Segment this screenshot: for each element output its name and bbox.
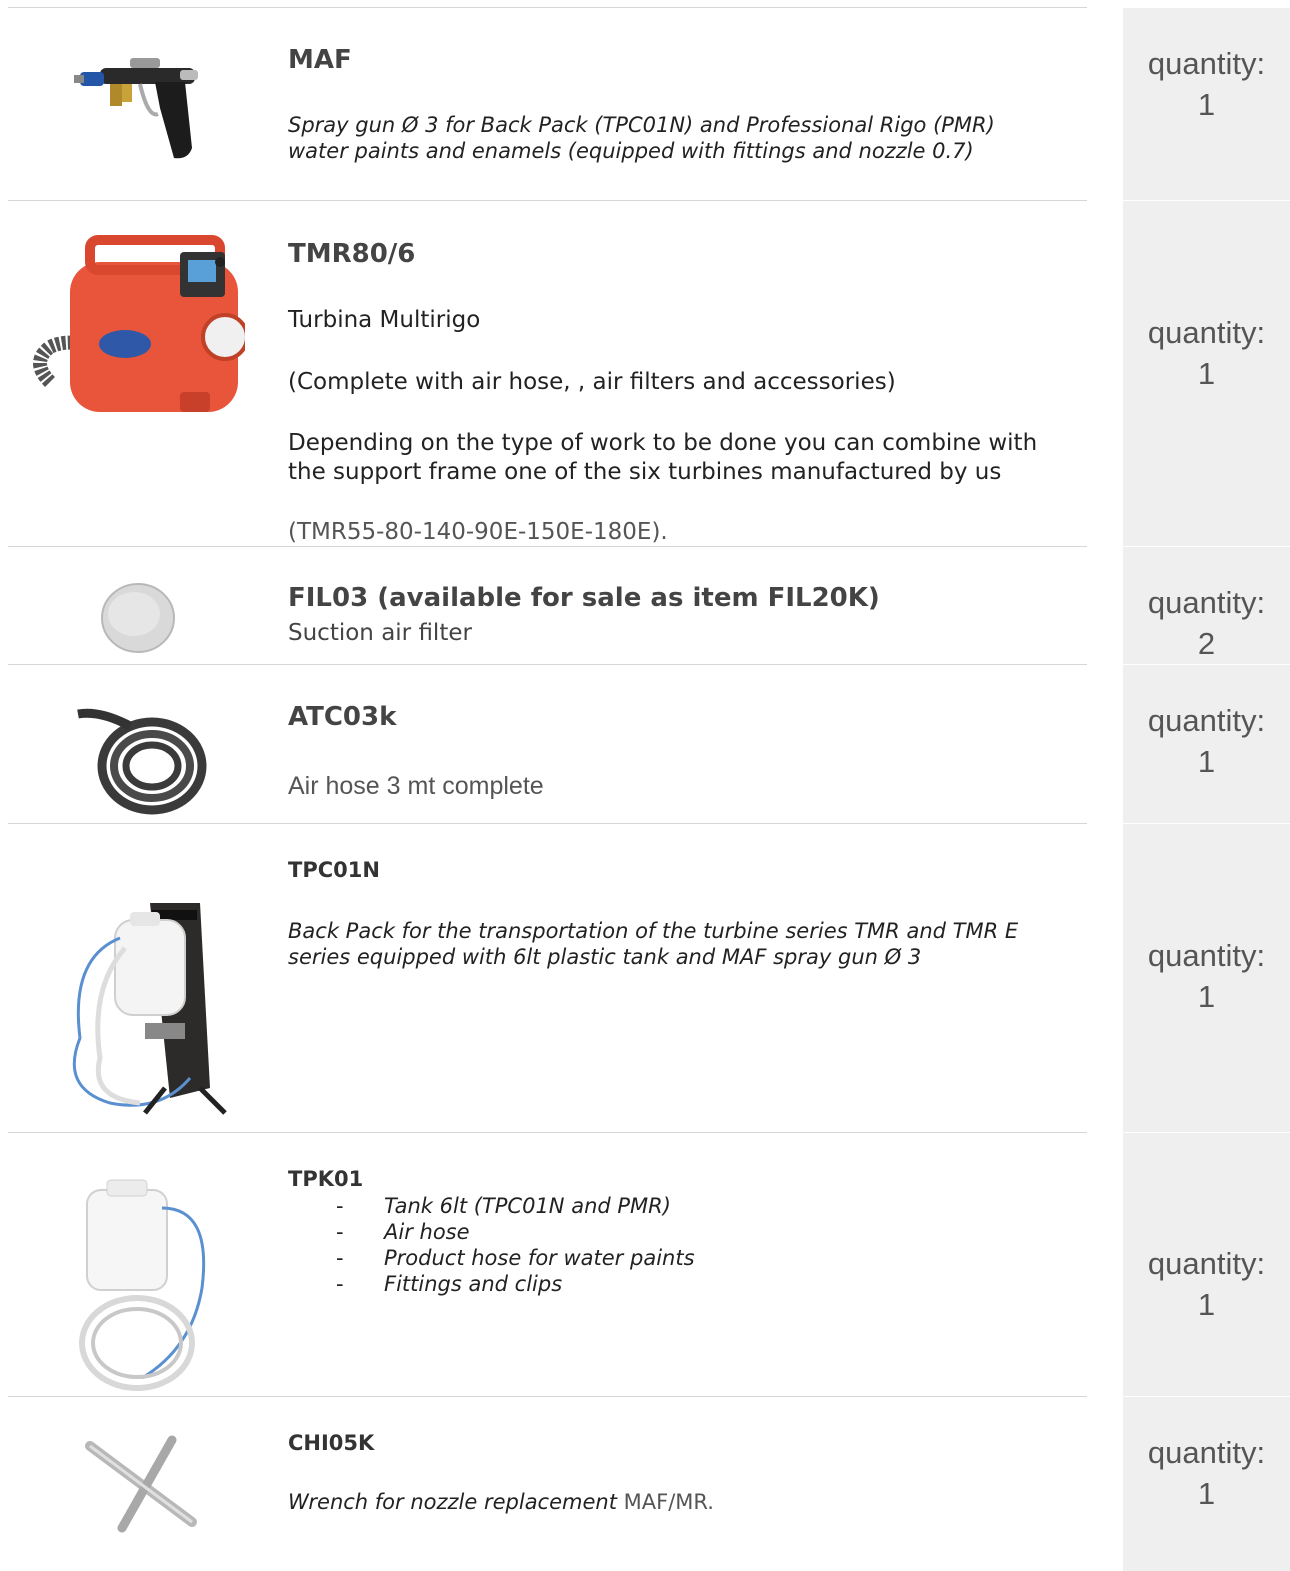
row-divider — [8, 823, 1087, 824]
row-divider — [8, 200, 1087, 201]
list-item: Product hose for water paints — [336, 1245, 695, 1271]
item-models: (TMR55-80-140-90E-150E-180E). — [288, 519, 668, 545]
item-description: Wrench for nozzle replacement MAF/MR. — [288, 1490, 714, 1514]
quantity-value: 1 — [1197, 1476, 1216, 1511]
list-item: Tank 6lt (TPC01N and PMR) — [336, 1193, 695, 1219]
quantity-cell: quantity: 1 — [1123, 700, 1290, 782]
list-item: Air hose — [336, 1219, 695, 1245]
air-hose-icon — [77, 708, 207, 815]
item-code: FIL03 (available for sale as item FIL20K… — [288, 583, 880, 613]
quantity-value: 1 — [1197, 1287, 1216, 1322]
item-description: (Complete with air hose, , air filters a… — [288, 369, 896, 395]
item-code: TMR80/6 — [288, 239, 416, 269]
row-divider — [8, 1396, 1087, 1397]
back-pack-icon — [72, 903, 227, 1115]
list-item: Fittings and clips — [336, 1271, 695, 1297]
quantity-cell: quantity: 1 — [1123, 935, 1290, 1017]
quantity-value: 1 — [1197, 356, 1216, 391]
quantity-cell: quantity: 1 — [1123, 1432, 1290, 1514]
quantity-cell: quantity: 2 — [1123, 582, 1290, 664]
air-filter-icon — [101, 583, 175, 653]
tank-icon — [79, 1179, 206, 1391]
item-code: MAF — [288, 45, 352, 75]
item-description: Back Pack for the transportation of the … — [288, 919, 1019, 969]
item-code: TPC01N — [288, 858, 380, 882]
quantity-value: 2 — [1197, 626, 1216, 661]
item-code: CHI05K — [288, 1431, 375, 1455]
turbine-icon — [33, 235, 245, 412]
item-description: Spray gun Ø 3 for Back Pack (TPC01N) and… — [288, 113, 995, 163]
quantity-cell: quantity: 1 — [1123, 43, 1290, 125]
item-description: Air hose 3 mt complete — [288, 772, 544, 800]
item-description: Depending on the type of work to be done… — [288, 430, 1038, 485]
quantity-column — [1123, 8, 1290, 1571]
row-divider — [8, 664, 1087, 665]
quantity-cell: quantity: 1 — [1123, 1243, 1290, 1325]
quantity-value: 1 — [1197, 87, 1216, 122]
spray-gun-icon — [74, 58, 198, 159]
item-subtitle: Turbina Multirigo — [288, 307, 481, 333]
quantity-value: 1 — [1197, 979, 1216, 1014]
quantity-cell: quantity: 1 — [1123, 312, 1290, 394]
component-list: Tank 6lt (TPC01N and PMR) Air hose Produ… — [336, 1193, 695, 1297]
row-divider — [8, 546, 1087, 547]
item-code: TPK01 — [288, 1167, 364, 1191]
item-description: Suction air filter — [288, 620, 472, 646]
row-divider — [8, 7, 1087, 8]
item-code: ATC03k — [288, 702, 397, 732]
row-divider — [8, 1132, 1087, 1133]
quantity-value: 1 — [1197, 744, 1216, 779]
wrench-icon — [85, 1435, 197, 1533]
